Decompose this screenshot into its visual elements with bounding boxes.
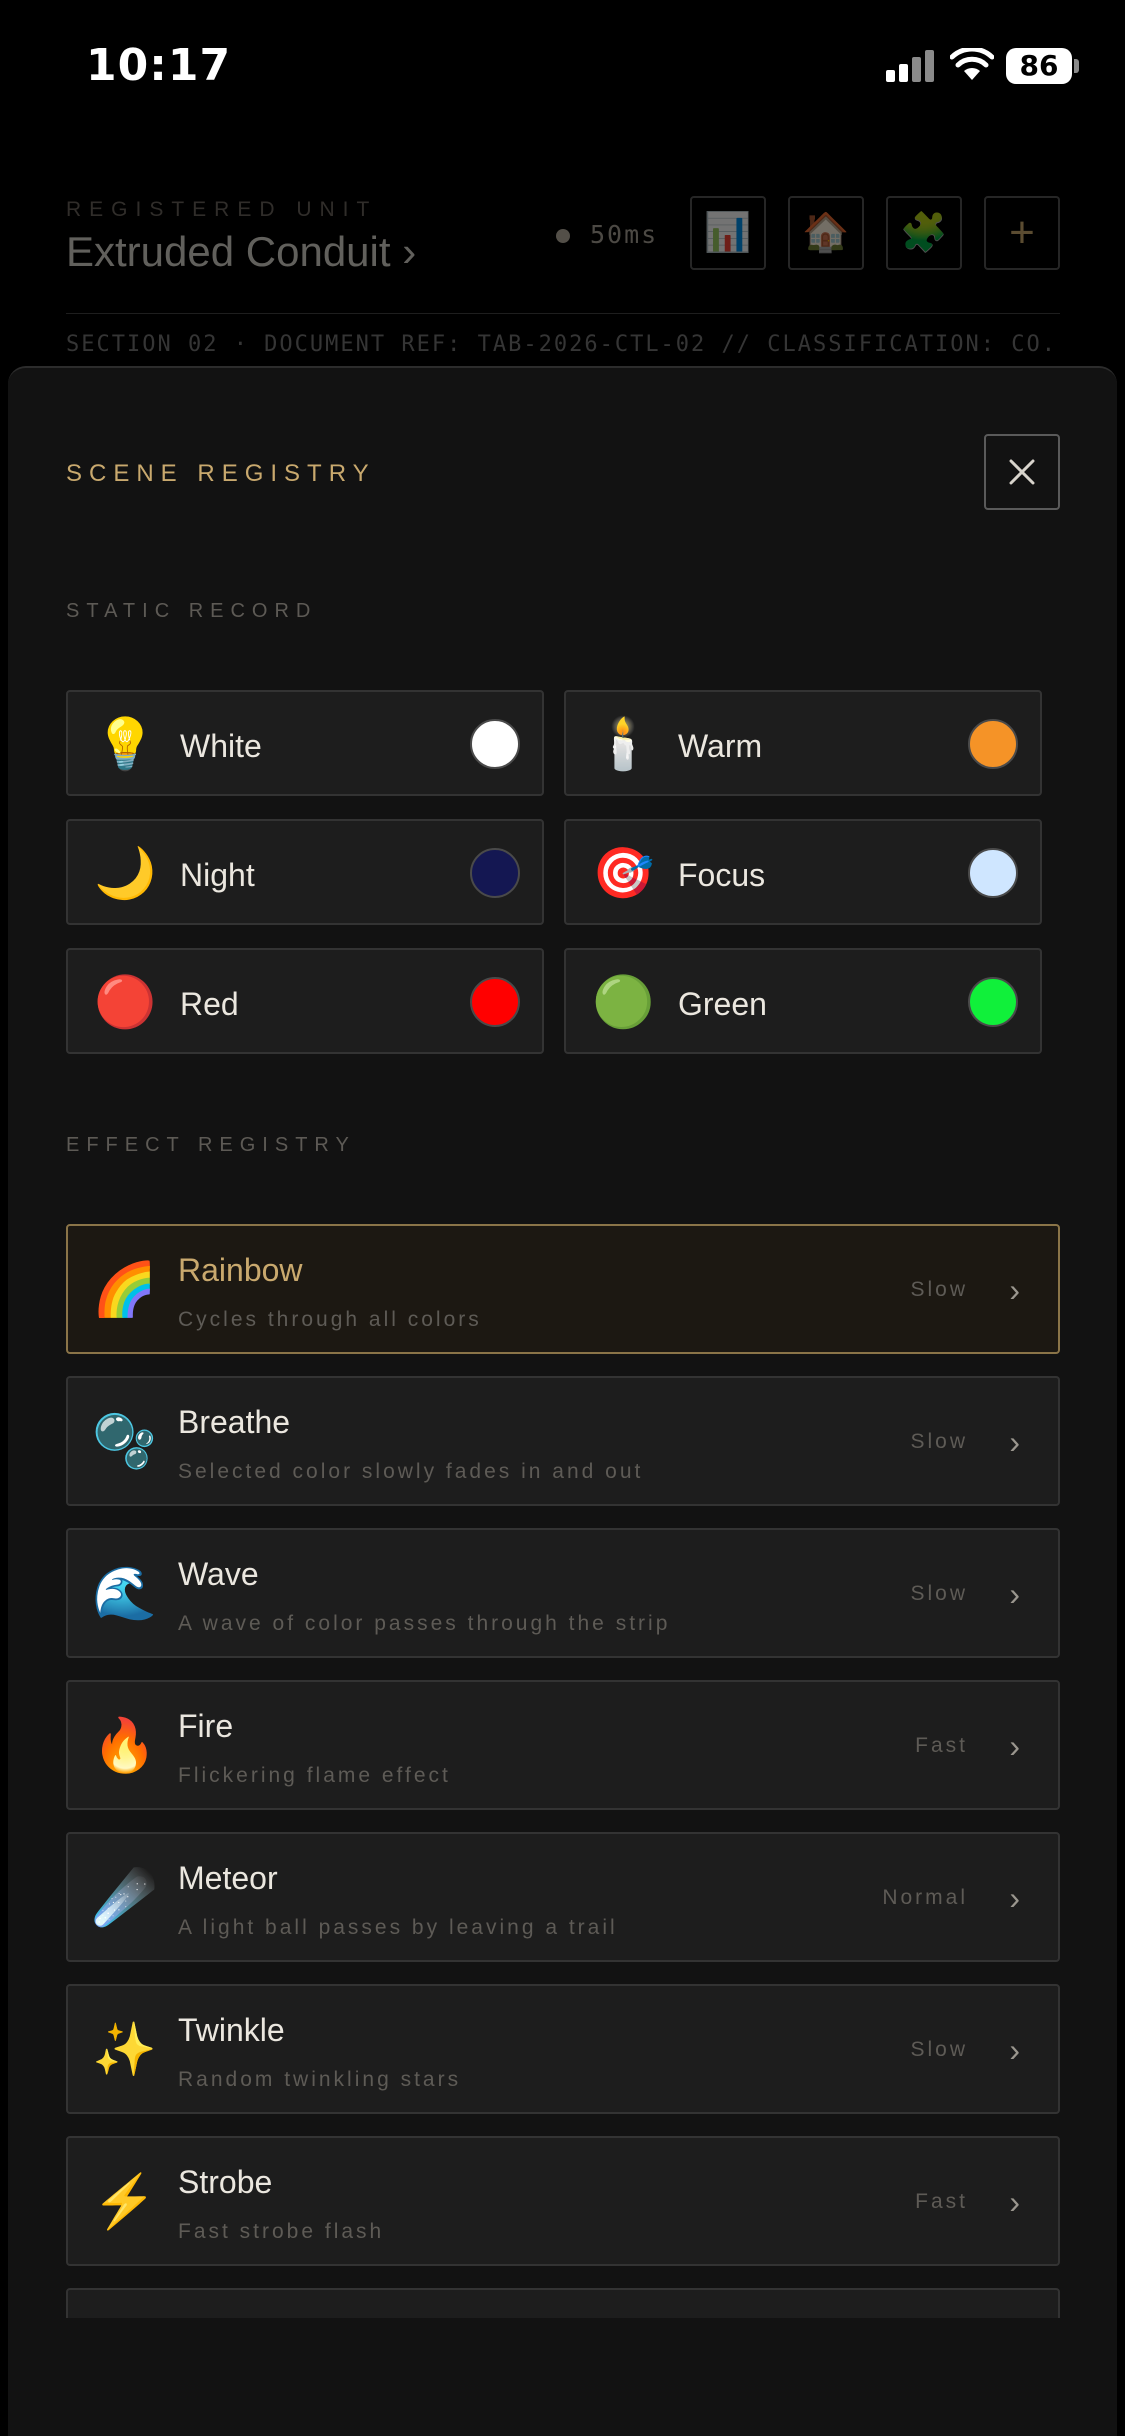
divider <box>66 313 1060 314</box>
unit-header: REGISTERED UNIT Extruded Conduit › 50ms … <box>0 140 1125 370</box>
battery-tip <box>1074 59 1079 73</box>
effect-speed: Normal <box>882 1886 968 1909</box>
chevron-right-icon: › <box>1009 1272 1020 1308</box>
color-swatch <box>968 848 1018 898</box>
effect-twinkle[interactable]: ✨ Twinkle Random twinkling stars Slow › <box>66 1984 1060 2114</box>
section-reference: SECTION 02 · DOCUMENT REF: TAB-2026-CTL-… <box>66 332 1056 357</box>
chevron-right-icon: › <box>1009 2032 1020 2068</box>
effect-description: Selected color slowly fades in and out <box>178 1460 644 1483</box>
effect-next-partial[interactable] <box>66 2288 1060 2318</box>
close-button[interactable] <box>984 434 1060 510</box>
puzzle-icon: 🧩 <box>900 212 948 254</box>
scene-focus[interactable]: 🎯 Focus <box>564 819 1042 925</box>
chevron-right-icon: › <box>1009 1728 1020 1764</box>
house-icon: 🏠 <box>802 212 850 254</box>
plus-icon: + <box>1009 208 1035 257</box>
lightning-icon: ⚡ <box>92 2173 157 2231</box>
battery-icon: 86 <box>1006 48 1072 84</box>
color-swatch <box>470 977 520 1027</box>
effect-registry-label: EFFECT REGISTRY <box>66 1134 356 1156</box>
color-swatch <box>968 719 1018 769</box>
effect-breathe[interactable]: 🫧 Breathe Selected color slowly fades in… <box>66 1376 1060 1506</box>
scene-name: Red <box>180 986 239 1022</box>
wave-icon: 🌊 <box>92 1565 157 1623</box>
green-circle-icon: 🟢 <box>592 974 655 1030</box>
color-swatch <box>470 848 520 898</box>
effect-speed: Fast <box>915 1734 968 1757</box>
color-swatch <box>968 977 1018 1027</box>
status-time: 10:17 <box>86 40 232 91</box>
sheet-title: SCENE REGISTRY <box>66 460 376 487</box>
crescent-moon-icon: 🌙 <box>94 845 157 901</box>
scene-name: White <box>180 728 262 764</box>
latency-readout: 50ms <box>590 220 659 249</box>
scene-green[interactable]: 🟢 Green <box>564 948 1042 1054</box>
effect-description: Flickering flame effect <box>178 1764 451 1787</box>
effect-strobe[interactable]: ⚡ Strobe Fast strobe flash Fast › <box>66 2136 1060 2266</box>
scene-registry-sheet: SCENE REGISTRY STATIC RECORD 💡 White 🕯️ … <box>8 366 1117 2436</box>
wifi-icon <box>950 48 994 80</box>
home-button[interactable]: 🏠 <box>788 196 864 270</box>
scene-red[interactable]: 🔴 Red <box>66 948 544 1054</box>
color-swatch <box>470 719 520 769</box>
effect-name: Strobe <box>178 2164 273 2200</box>
effect-rainbow[interactable]: 🌈 Rainbow Cycles through all colors Slow… <box>66 1224 1060 1354</box>
close-icon <box>1009 459 1035 485</box>
comet-icon: ☄️ <box>92 1869 157 1927</box>
scene-name: Focus <box>678 857 766 893</box>
scene-night[interactable]: 🌙 Night <box>66 819 544 925</box>
scene-name: Warm <box>678 728 763 764</box>
registered-unit-label: REGISTERED UNIT <box>66 198 378 221</box>
effect-name: Fire <box>178 1708 234 1744</box>
plugins-button[interactable]: 🧩 <box>886 196 962 270</box>
unit-name-link[interactable]: Extruded Conduit › <box>66 228 416 276</box>
chevron-right-icon: › <box>1009 1576 1020 1612</box>
effects-list[interactable]: 🌈 Rainbow Cycles through all colors Slow… <box>66 1224 1072 2318</box>
effect-speed: Slow <box>910 1582 968 1605</box>
scene-name: Night <box>180 857 255 893</box>
effect-speed: Fast <box>915 2190 968 2213</box>
target-icon: 🎯 <box>592 845 655 901</box>
static-record-label: STATIC RECORD <box>66 600 318 622</box>
scene-white[interactable]: 💡 White <box>66 690 544 796</box>
effect-name: Wave <box>178 1556 259 1592</box>
effect-speed: Slow <box>910 1430 968 1453</box>
chevron-right-icon: › <box>1009 1424 1020 1460</box>
chevron-right-icon: › <box>1009 2184 1020 2220</box>
bubbles-icon: 🫧 <box>92 1413 157 1471</box>
effect-description: Cycles through all colors <box>178 1308 482 1331</box>
effect-description: A light ball passes by leaving a trail <box>178 1916 618 1939</box>
effect-name: Rainbow <box>178 1252 303 1288</box>
cellular-signal-icon <box>886 50 938 82</box>
effect-name: Meteor <box>178 1860 278 1896</box>
add-button[interactable]: + <box>984 196 1060 270</box>
connection-status-dot <box>556 229 570 243</box>
rainbow-icon: 🌈 <box>92 1261 157 1319</box>
effect-name: Breathe <box>178 1404 291 1440</box>
effect-fire[interactable]: 🔥 Fire Flickering flame effect Fast › <box>66 1680 1060 1810</box>
effect-description: Random twinkling stars <box>178 2068 462 2091</box>
stats-button[interactable]: 📊 <box>690 196 766 270</box>
status-bar: 10:17 86 <box>0 0 1125 140</box>
bar-chart-icon: 📊 <box>704 212 752 254</box>
candle-icon: 🕯️ <box>592 716 655 772</box>
chevron-right-icon: › <box>1009 1880 1020 1916</box>
sparkles-icon: ✨ <box>92 2021 157 2079</box>
effect-name: Twinkle <box>178 2012 285 2048</box>
effect-speed: Slow <box>910 1278 968 1301</box>
scene-name: Green <box>678 986 767 1022</box>
effect-speed: Slow <box>910 2038 968 2061</box>
light-bulb-icon: 💡 <box>94 716 157 772</box>
red-circle-icon: 🔴 <box>94 974 157 1030</box>
effect-description: A wave of color passes through the strip <box>178 1612 671 1635</box>
scene-warm[interactable]: 🕯️ Warm <box>564 690 1042 796</box>
effect-meteor[interactable]: ☄️ Meteor A light ball passes by leaving… <box>66 1832 1060 1962</box>
effect-wave[interactable]: 🌊 Wave A wave of color passes through th… <box>66 1528 1060 1658</box>
fire-icon: 🔥 <box>92 1717 157 1775</box>
effect-description: Fast strobe flash <box>178 2220 385 2243</box>
